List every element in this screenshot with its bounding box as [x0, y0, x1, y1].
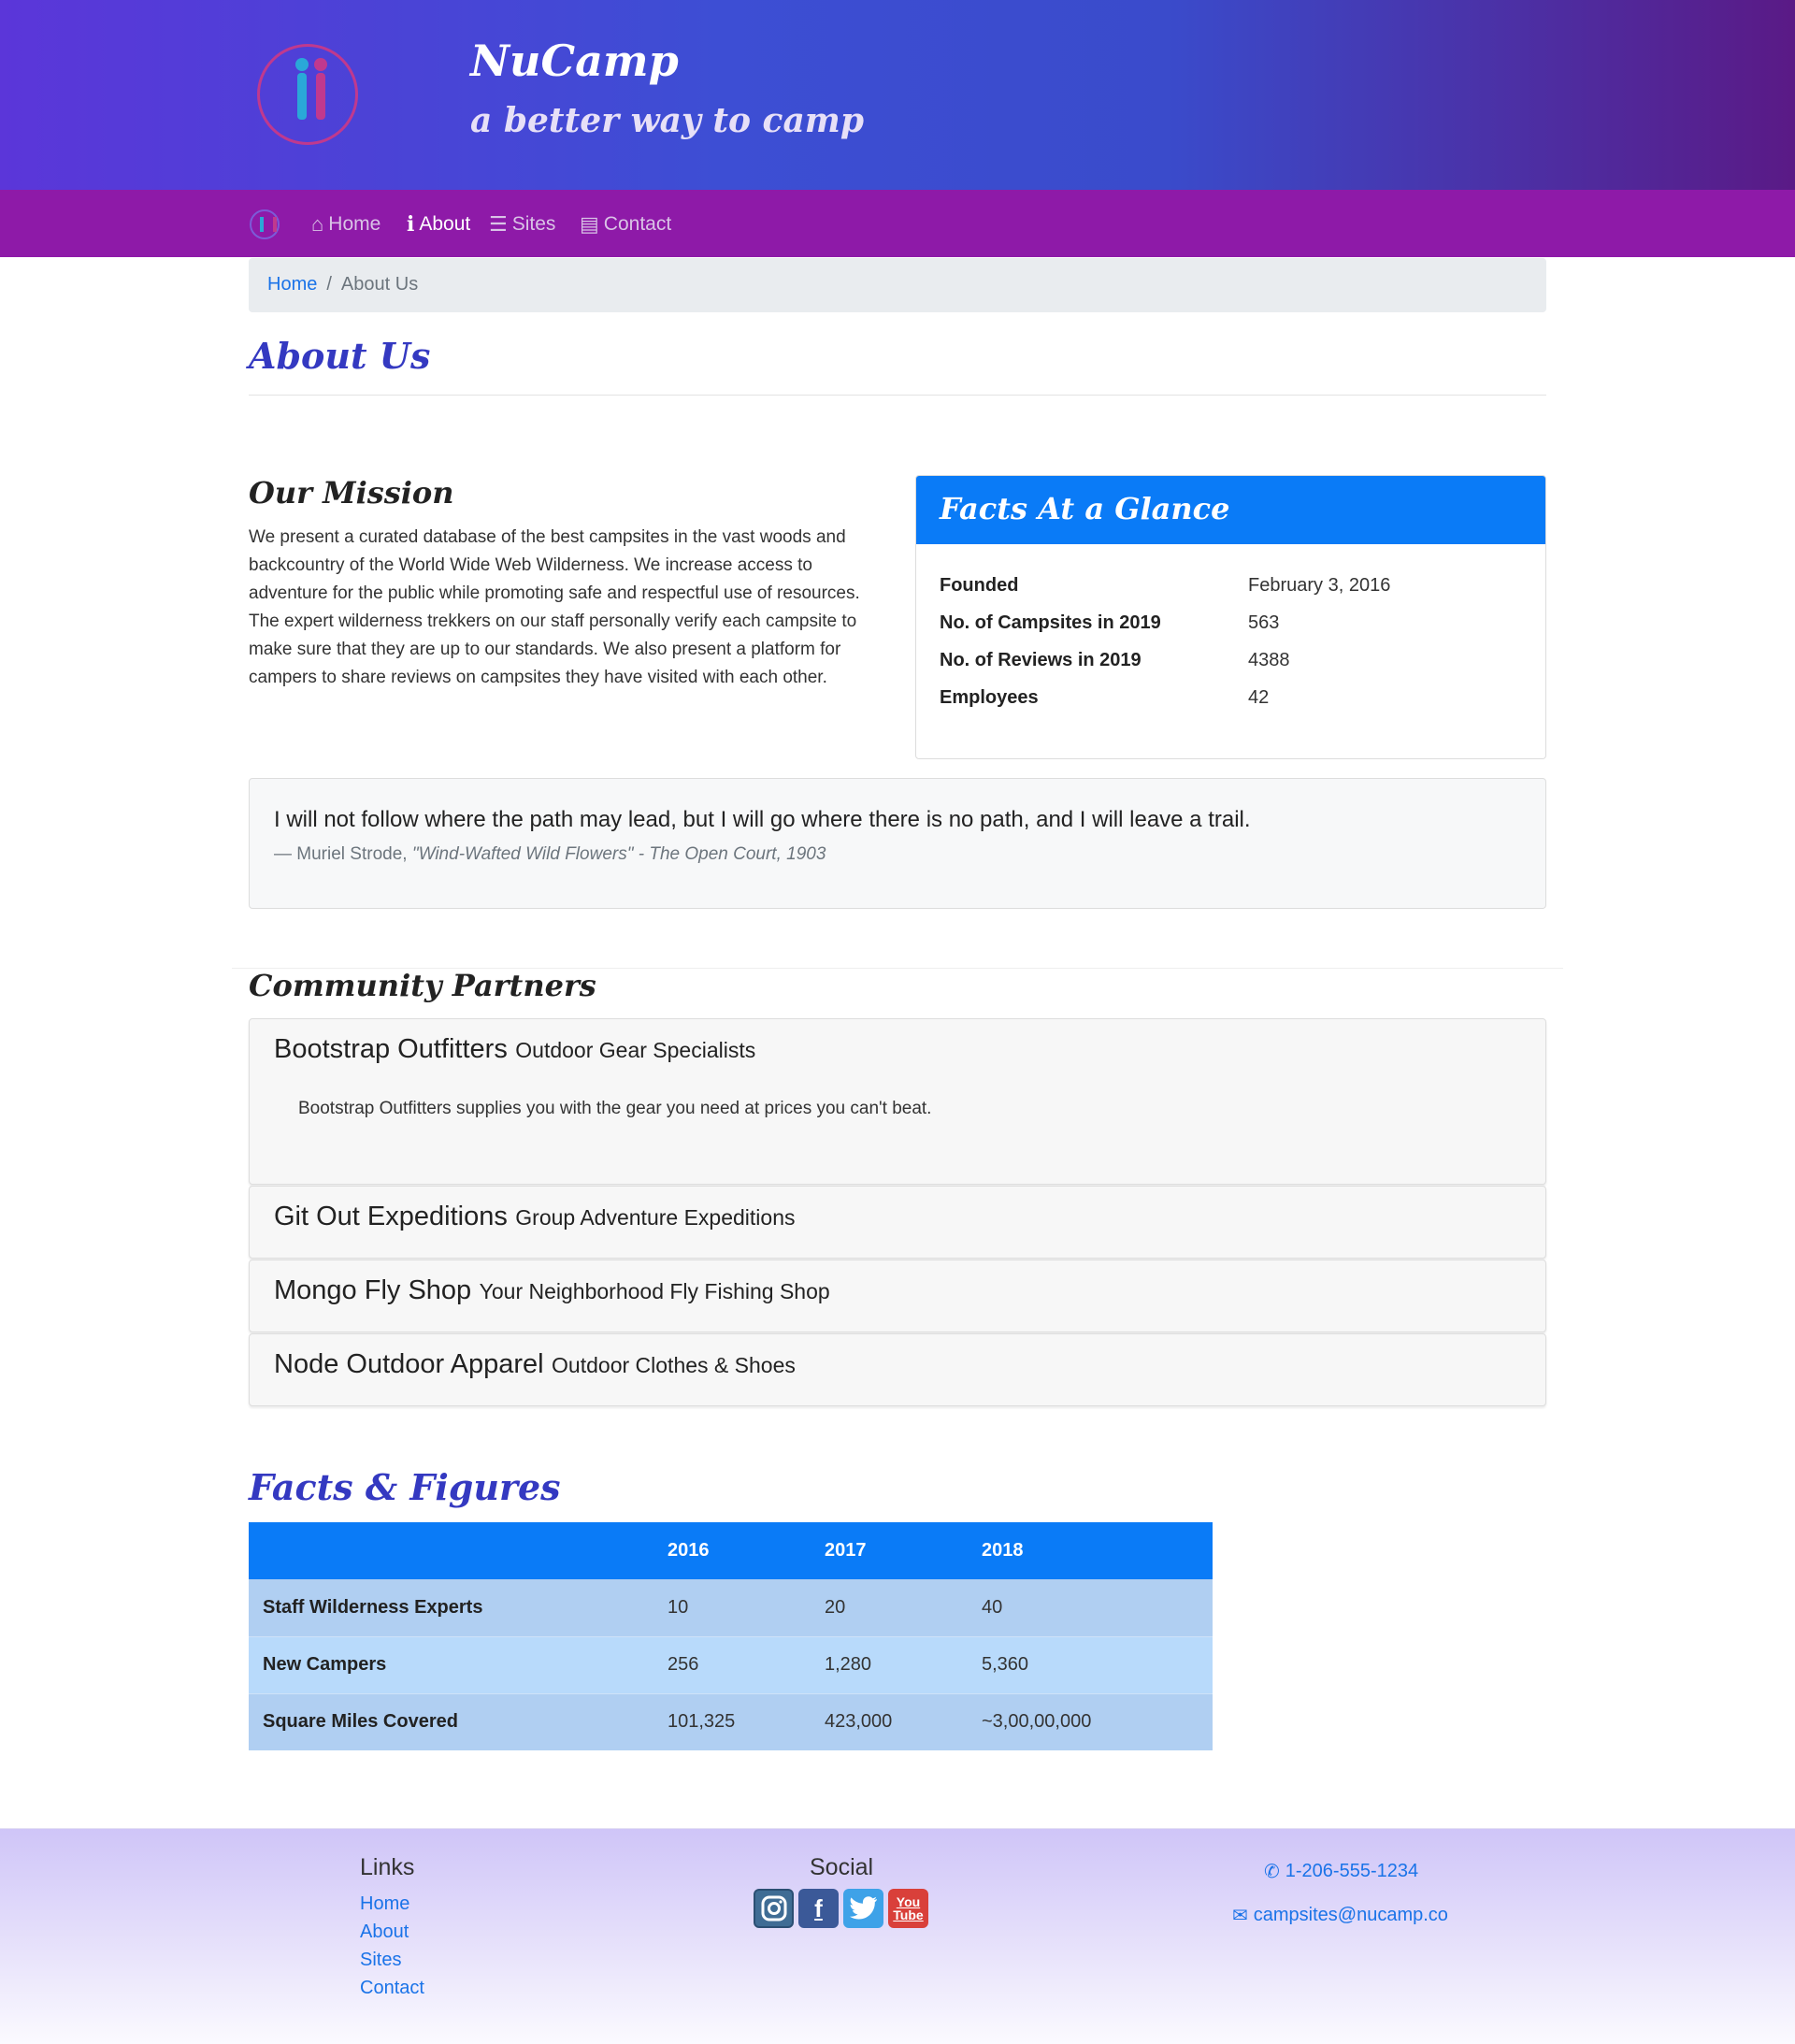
table-row: New Campers 256 1,280 5,360 [249, 1635, 1213, 1694]
footer: Links Home About Sites Contact Social f … [0, 1828, 1795, 2044]
partner-tagline: Your Neighborhood Fly Fishing Shop [479, 1279, 830, 1303]
footer-link-home[interactable]: Home [360, 1893, 409, 1915]
nav-item-contact[interactable]: ▤ Contact [580, 210, 671, 238]
quote-footer: — Muriel Strode, "Wind-Wafted Wild Flowe… [274, 844, 826, 864]
footer-phone[interactable]: ✆ 1-206-555-1234 [1264, 1860, 1418, 1883]
list-icon: ☰ [489, 212, 508, 236]
column-header: 2016 [653, 1522, 811, 1579]
partners-title: Community Partners [249, 968, 596, 1003]
footer-link-sites[interactable]: Sites [360, 1950, 401, 1971]
partner-tagline: Group Adventure Expeditions [515, 1205, 796, 1230]
nav-item-home[interactable]: ⌂ Home [311, 210, 381, 238]
envelope-icon: ✉ [1232, 1906, 1248, 1926]
twitter-icon[interactable] [843, 1889, 883, 1928]
partner-mongo-fly-shop[interactable]: Mongo Fly Shop Your Neighborhood Fly Fis… [249, 1260, 1546, 1332]
youtube-icon[interactable]: You Tube [888, 1889, 928, 1928]
instagram-icon[interactable] [754, 1889, 794, 1928]
partner-tagline: Outdoor Clothes & Shoes [552, 1353, 796, 1377]
brand-tagline: a better way to camp [470, 101, 865, 140]
quote-source: "Wind-Wafted Wild Flowers" - The Open Co… [411, 844, 826, 864]
breadcrumb-home-link[interactable]: Home [267, 274, 317, 295]
facts-card: Facts At a Glance Founded February 3, 20… [915, 475, 1546, 759]
facts-row: No. of Campsites in 2019 563 [940, 612, 1280, 633]
figures-title: Facts & Figures [249, 1466, 561, 1508]
facts-row: No. of Reviews in 2019 4388 [940, 649, 1290, 670]
partner-bootstrap-outfitters[interactable]: Bootstrap Outfitters Outdoor Gear Specia… [249, 1018, 1546, 1185]
header-jumbotron: NuCamp a better way to camp [0, 0, 1795, 190]
brand-title: NuCamp [470, 36, 679, 86]
nav-item-sites[interactable]: ☰ Sites [489, 210, 555, 238]
footer-links-title: Links [360, 1854, 415, 1880]
partner-name: Node Outdoor Apparel [274, 1349, 544, 1379]
footer-link-contact[interactable]: Contact [360, 1978, 424, 1999]
footer-email[interactable]: ✉ campsites@nucamp.co [1232, 1904, 1448, 1927]
column-header: 2017 [811, 1522, 968, 1579]
table-header-row: 2016 2017 2018 [249, 1522, 1213, 1579]
home-icon: ⌂ [311, 212, 324, 236]
page-title: About Us [249, 335, 431, 377]
footer-link-about[interactable]: About [360, 1922, 409, 1943]
facts-row: Founded February 3, 2016 [940, 574, 1391, 596]
breadcrumb-current: About Us [340, 274, 419, 295]
table-row: Square Miles Covered 101,325 423,000 ~3,… [249, 1693, 1213, 1750]
column-header: 2018 [968, 1522, 1213, 1579]
partner-name: Git Out Expeditions [274, 1202, 508, 1231]
nav-logo-icon[interactable] [250, 209, 280, 239]
facts-card-title: Facts At a Glance [916, 476, 1545, 544]
nav-item-about[interactable]: i About [407, 210, 470, 238]
facts-row: Employees 42 [940, 686, 1270, 708]
address-card-icon: ▤ [580, 212, 599, 236]
partner-git-out-expeditions[interactable]: Git Out Expeditions Group Adventure Expe… [249, 1186, 1546, 1259]
divider [249, 395, 1546, 396]
phone-icon: ✆ [1264, 1862, 1280, 1882]
blockquote: I will not follow where the path may lea… [249, 778, 1546, 909]
navbar: ⌂ Home i About ☰ Sites ▤ Contact [0, 190, 1795, 257]
mission-text: We present a curated database of the bes… [249, 527, 860, 687]
nucamp-logo [257, 44, 358, 145]
facebook-icon[interactable]: f [798, 1889, 839, 1928]
footer-social-title: Social [810, 1854, 874, 1880]
partner-name: Bootstrap Outfitters [274, 1034, 508, 1064]
info-icon: i [407, 212, 415, 237]
table-row: Staff Wilderness Experts 10 20 40 [249, 1579, 1213, 1636]
facts-figures-table: 2016 2017 2018 Staff Wilderness Experts … [249, 1522, 1213, 1750]
quote-text: I will not follow where the path may lea… [274, 807, 1251, 832]
partner-node-outdoor-apparel[interactable]: Node Outdoor Apparel Outdoor Clothes & S… [249, 1333, 1546, 1406]
mission-title: Our Mission [249, 475, 454, 511]
partner-description: Bootstrap Outfitters supplies you with t… [298, 1099, 932, 1118]
breadcrumb: Home / About Us [249, 258, 1546, 312]
partner-name: Mongo Fly Shop [274, 1275, 472, 1305]
partner-tagline: Outdoor Gear Specialists [515, 1038, 756, 1062]
